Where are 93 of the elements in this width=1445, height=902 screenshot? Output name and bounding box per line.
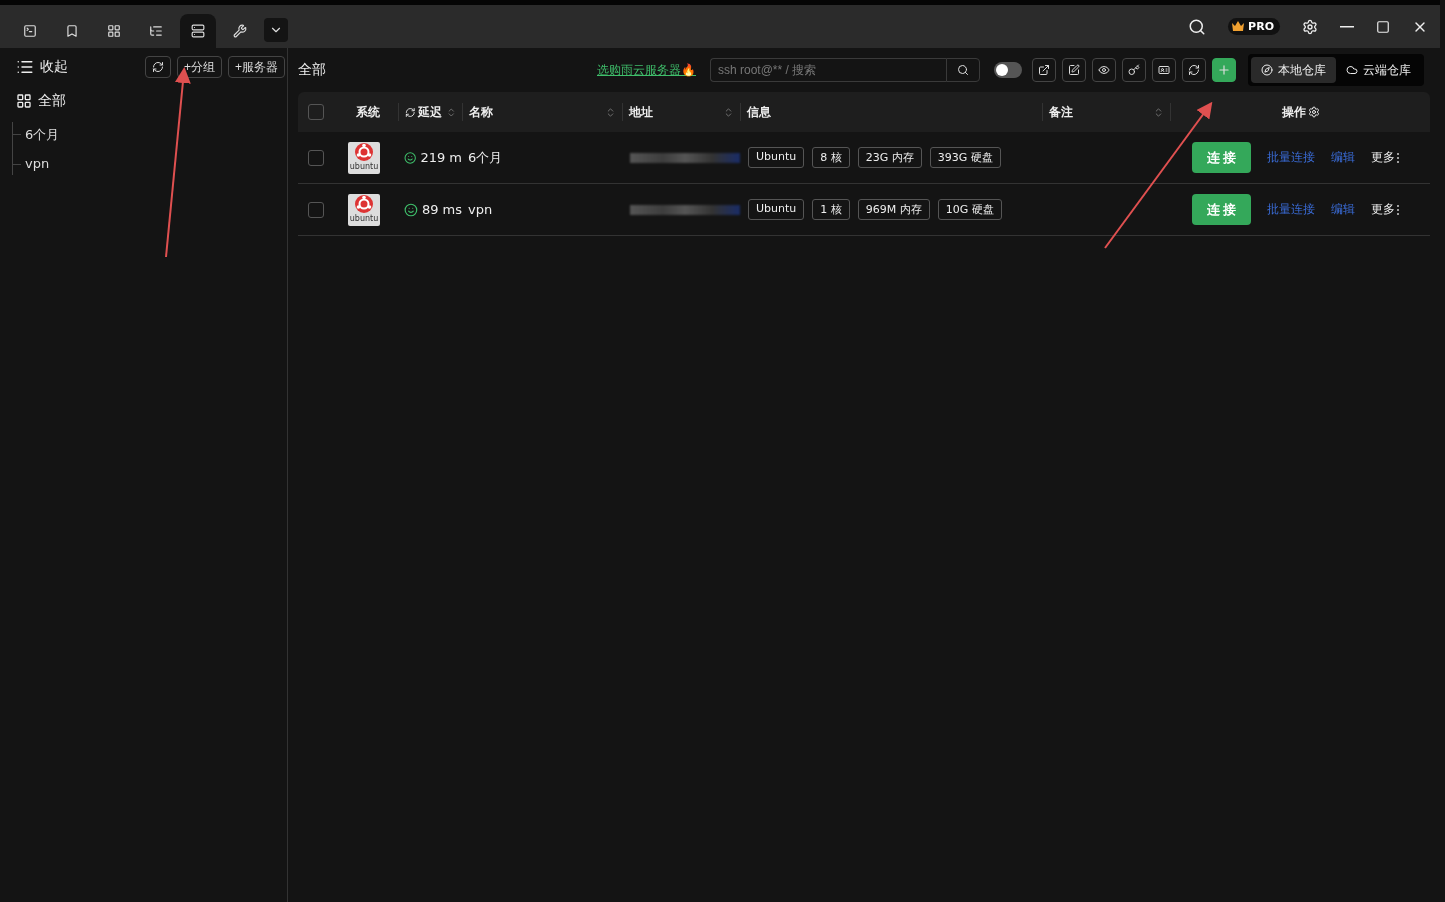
sort-icon: [1153, 106, 1164, 118]
column-header: 系统: [355, 103, 381, 121]
refresh-button[interactable]: [1182, 58, 1206, 82]
group-item[interactable]: vpn: [13, 156, 287, 171]
export-button[interactable]: [1032, 58, 1056, 82]
column-header: 信息: [740, 103, 1042, 121]
group-item[interactable]: 6个月: [13, 126, 287, 144]
refresh-icon: [405, 106, 416, 118]
toggle-switch[interactable]: [994, 62, 1022, 78]
page-heading: 全部: [298, 61, 326, 79]
search-icon: [1188, 17, 1207, 36]
promo-link[interactable]: 选购雨云服务器🔥: [597, 61, 696, 79]
row-checkbox[interactable]: [308, 201, 324, 218]
column-header[interactable]: 地址: [622, 103, 740, 121]
edit-link[interactable]: 编辑: [1331, 201, 1355, 218]
os-logo: ubuntu: [348, 141, 380, 174]
eye-icon: [1098, 64, 1110, 76]
key-icon: [1128, 64, 1140, 76]
info-tag: 969M 内存: [857, 199, 930, 220]
ubuntu-logo-icon: [354, 193, 374, 214]
name-cell-text: vpn: [467, 202, 494, 217]
settings-button[interactable]: [1302, 18, 1318, 35]
cloud-icon: [1346, 64, 1358, 76]
wrench-icon: [233, 24, 247, 38]
search-field[interactable]: ssh root@** / 搜索: [710, 58, 946, 82]
crown-icon: [1231, 20, 1246, 32]
latency-cell: 89 ms: [421, 202, 462, 217]
name-cell-text: 6个月: [467, 148, 504, 167]
info-tag: 10G 硬盘: [937, 199, 1002, 220]
menu-icon: [16, 58, 34, 76]
dots-icon: [1395, 203, 1401, 216]
column-header[interactable]: 名称: [462, 103, 622, 121]
sort-icon: [605, 106, 616, 118]
terminal-icon: [23, 24, 37, 38]
row-checkbox[interactable]: [308, 149, 324, 166]
add-button[interactable]: +服务器: [228, 56, 285, 78]
column-header: 操作: [1170, 103, 1430, 121]
search-icon: [957, 64, 969, 76]
compass-icon: [1261, 64, 1273, 76]
refresh-icon: [151, 61, 164, 73]
latency-cell: 219 m: [420, 150, 462, 165]
collapse-button[interactable]: 收起: [16, 58, 68, 76]
plus-icon: [1217, 63, 1231, 77]
refresh-button[interactable]: [144, 56, 171, 78]
settings-icon: [1302, 18, 1318, 35]
ubuntu-logo-icon: [354, 141, 374, 162]
os-logo: ubuntu: [348, 193, 380, 226]
edit-button[interactable]: [1062, 58, 1086, 82]
info-tag: 1 核: [812, 199, 850, 220]
info-tag: Ubuntu: [748, 147, 805, 168]
toolbar-tab[interactable]: [180, 14, 216, 48]
dots-icon: [1395, 151, 1401, 164]
tree-icon: [149, 24, 163, 38]
add-button[interactable]: +分组: [176, 56, 222, 78]
card-button[interactable]: [1152, 58, 1176, 82]
key-button[interactable]: [1122, 58, 1146, 82]
smile-icon: [404, 150, 417, 165]
column-header[interactable]: 延迟: [398, 103, 462, 121]
dropdown-button[interactable]: [264, 18, 288, 42]
pen-icon: [1068, 64, 1080, 76]
pro-badge[interactable]: PRO: [1228, 18, 1280, 35]
settings-icon: [1307, 106, 1320, 118]
maximize-button[interactable]: [1376, 19, 1390, 34]
storage-tab[interactable]: 云端仓库: [1336, 57, 1421, 83]
smile-icon: [404, 202, 418, 217]
batch-connect-link[interactable]: 批量连接: [1267, 149, 1315, 166]
more-menu[interactable]: 更多: [1371, 201, 1401, 218]
sort-icon: [723, 106, 734, 118]
info-tag: 393G 硬盘: [929, 147, 1001, 168]
info-tag: Ubuntu: [748, 199, 805, 220]
eye-button[interactable]: [1092, 58, 1116, 82]
add-button[interactable]: [1212, 58, 1236, 82]
refresh-icon: [1188, 64, 1200, 76]
grid-icon: [107, 24, 121, 38]
storage-tab[interactable]: 本地仓库: [1251, 57, 1336, 83]
card-icon: [1158, 64, 1170, 76]
maximize-icon: [1376, 19, 1390, 34]
server-icon: [191, 24, 205, 38]
info-tag: 23G 内存: [857, 147, 922, 168]
search-button[interactable]: [946, 58, 980, 82]
bookmark-icon: [65, 24, 79, 38]
info-tag: 8 核: [812, 147, 850, 168]
minimize-button[interactable]: [1340, 25, 1354, 28]
grid-icon: [16, 93, 32, 109]
select-all-checkbox[interactable]: [308, 104, 324, 120]
edit-link[interactable]: 编辑: [1331, 149, 1355, 166]
external-link-icon: [1038, 64, 1050, 76]
column-header[interactable]: 备注: [1042, 103, 1170, 121]
minimize-icon: [1340, 25, 1354, 28]
all-groups-item[interactable]: 全部: [16, 92, 287, 110]
search-button[interactable]: [1188, 17, 1207, 36]
batch-connect-link[interactable]: 批量连接: [1267, 201, 1315, 218]
more-menu[interactable]: 更多: [1371, 149, 1401, 166]
